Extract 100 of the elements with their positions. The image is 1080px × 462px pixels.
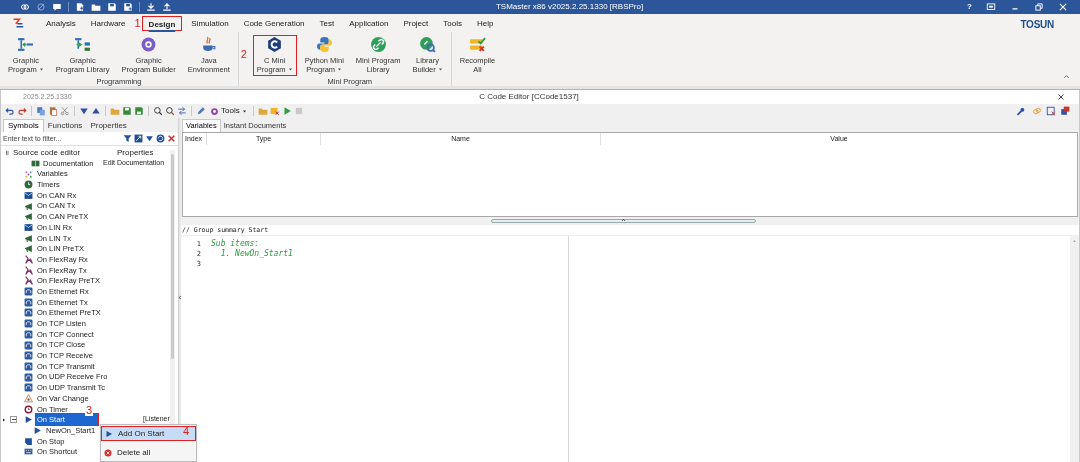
book-icon bbox=[31, 158, 40, 168]
replace-icon[interactable] bbox=[177, 106, 187, 116]
search-icon[interactable] bbox=[153, 106, 163, 116]
screen-icon[interactable] bbox=[986, 2, 996, 12]
save-as-icon[interactable] bbox=[123, 2, 133, 12]
panel-tab[interactable]: Properties bbox=[86, 119, 131, 132]
network-card-icon bbox=[24, 361, 33, 371]
expand-arrow-icon[interactable] bbox=[2, 416, 6, 423]
menu-tab[interactable]: Help bbox=[471, 15, 500, 31]
close-icon[interactable] bbox=[167, 134, 176, 143]
delete-icon bbox=[104, 448, 112, 457]
network-card-icon bbox=[24, 308, 33, 318]
checklist-icon bbox=[469, 36, 486, 53]
annotation-number: 4 bbox=[182, 426, 189, 437]
copy-icon[interactable] bbox=[36, 106, 46, 116]
clock-icon bbox=[24, 180, 33, 190]
down-arrow-icon[interactable] bbox=[79, 106, 89, 116]
network-card-icon bbox=[24, 319, 33, 329]
code-line: Sub items: bbox=[211, 239, 260, 249]
dots-icon bbox=[24, 169, 33, 179]
flowchart-icon bbox=[17, 36, 35, 53]
down-arrow-icon[interactable] bbox=[145, 134, 154, 143]
envelope-icon bbox=[24, 190, 33, 200]
gear-icon bbox=[210, 106, 219, 116]
help-button[interactable]: ? bbox=[967, 3, 972, 11]
annotation-number: 1 bbox=[134, 17, 141, 29]
refresh-icon[interactable] bbox=[156, 134, 165, 143]
menu-tab[interactable]: Application bbox=[343, 15, 395, 31]
close-icon[interactable] bbox=[1057, 93, 1065, 101]
annotation-number: 2 bbox=[240, 49, 247, 60]
caret-up-icon[interactable] bbox=[621, 218, 626, 222]
flowchart-icon bbox=[74, 36, 92, 53]
network-card-icon bbox=[24, 351, 33, 361]
compile-icon[interactable] bbox=[269, 106, 280, 116]
search-icon[interactable] bbox=[165, 106, 175, 116]
collapse-ribbon-icon[interactable] bbox=[1063, 73, 1070, 80]
megaphone-icon bbox=[24, 212, 33, 222]
python-logo-icon bbox=[315, 36, 333, 53]
menu-tab[interactable]: Project bbox=[397, 15, 435, 31]
expand-icon[interactable] bbox=[134, 134, 143, 143]
keyboard-icon bbox=[24, 447, 33, 457]
network-card-icon bbox=[24, 297, 33, 307]
tools-button[interactable]: Tools bbox=[208, 105, 249, 117]
menu-item[interactable]: Delete all bbox=[101, 445, 196, 460]
collapse-icon[interactable] bbox=[5, 148, 11, 157]
network-card-icon bbox=[24, 372, 33, 382]
download-icon[interactable] bbox=[146, 2, 156, 12]
save-icon[interactable] bbox=[122, 106, 132, 116]
menu-tab[interactable]: Code Generation bbox=[237, 15, 311, 31]
menu-tab[interactable]: Test bbox=[313, 15, 341, 31]
restore-icon[interactable] bbox=[1034, 2, 1044, 12]
scrollbar-thumb[interactable] bbox=[171, 154, 174, 359]
megaphone-icon bbox=[24, 201, 33, 211]
caret-icon bbox=[241, 108, 247, 114]
menu-tab[interactable]: Design bbox=[141, 15, 183, 31]
save-icon[interactable] bbox=[134, 106, 144, 116]
menu-tab[interactable]: Analysis bbox=[40, 15, 82, 31]
annotation-number: 3 bbox=[85, 404, 94, 416]
panel-tab[interactable]: Functions bbox=[43, 119, 87, 132]
upload-icon[interactable] bbox=[162, 2, 172, 12]
pencil-icon[interactable] bbox=[196, 106, 206, 116]
link-icon[interactable] bbox=[20, 2, 30, 12]
network-card-icon bbox=[24, 329, 33, 339]
filter-icon[interactable] bbox=[123, 134, 132, 143]
unlink-icon[interactable] bbox=[36, 2, 46, 12]
coffee-cup-icon bbox=[200, 36, 218, 53]
window-close-icon[interactable] bbox=[1046, 106, 1056, 116]
network-card-icon bbox=[24, 383, 33, 393]
windows-icon[interactable] bbox=[1060, 106, 1070, 116]
up-arrow-icon[interactable] bbox=[91, 106, 101, 116]
envelope-icon bbox=[24, 222, 33, 232]
panel-tab[interactable]: Symbols bbox=[3, 119, 44, 132]
chat-icon[interactable] bbox=[52, 2, 62, 12]
triangle-icon bbox=[24, 393, 33, 403]
undo-icon[interactable] bbox=[5, 106, 15, 116]
code-line: 1. NewOn_Start1 bbox=[219, 249, 293, 259]
menu-tab[interactable]: Hardware bbox=[84, 15, 132, 31]
clock-icon bbox=[24, 404, 33, 414]
c-letter-hexagon-icon bbox=[266, 36, 284, 53]
chain-link-icon bbox=[369, 36, 387, 53]
save-icon[interactable] bbox=[107, 2, 117, 12]
splitter-handle[interactable] bbox=[491, 219, 756, 223]
wrench-icon[interactable] bbox=[1015, 106, 1025, 116]
network-card-icon bbox=[24, 287, 33, 297]
expander[interactable] bbox=[10, 416, 17, 424]
menu-tab[interactable]: Tools bbox=[437, 15, 468, 31]
gear-icon bbox=[140, 36, 158, 53]
tree-root[interactable]: Source code editor bbox=[13, 146, 117, 159]
network-card-icon bbox=[24, 340, 33, 350]
redo-icon[interactable] bbox=[17, 106, 27, 116]
paste-icon[interactable] bbox=[48, 106, 58, 116]
window-title: C Code Editor [CCode1537] bbox=[479, 91, 579, 103]
brand-logo: TOSUN bbox=[1020, 17, 1054, 32]
megaphone-icon bbox=[24, 244, 33, 254]
menu-tab[interactable]: Simulation bbox=[185, 15, 235, 31]
stop-icon bbox=[24, 436, 33, 446]
menu-item[interactable]: Add On Start 4 bbox=[101, 426, 196, 441]
new-file-icon[interactable] bbox=[75, 2, 85, 12]
column-header: Properties bbox=[117, 146, 154, 159]
open-folder-icon[interactable] bbox=[91, 2, 101, 12]
